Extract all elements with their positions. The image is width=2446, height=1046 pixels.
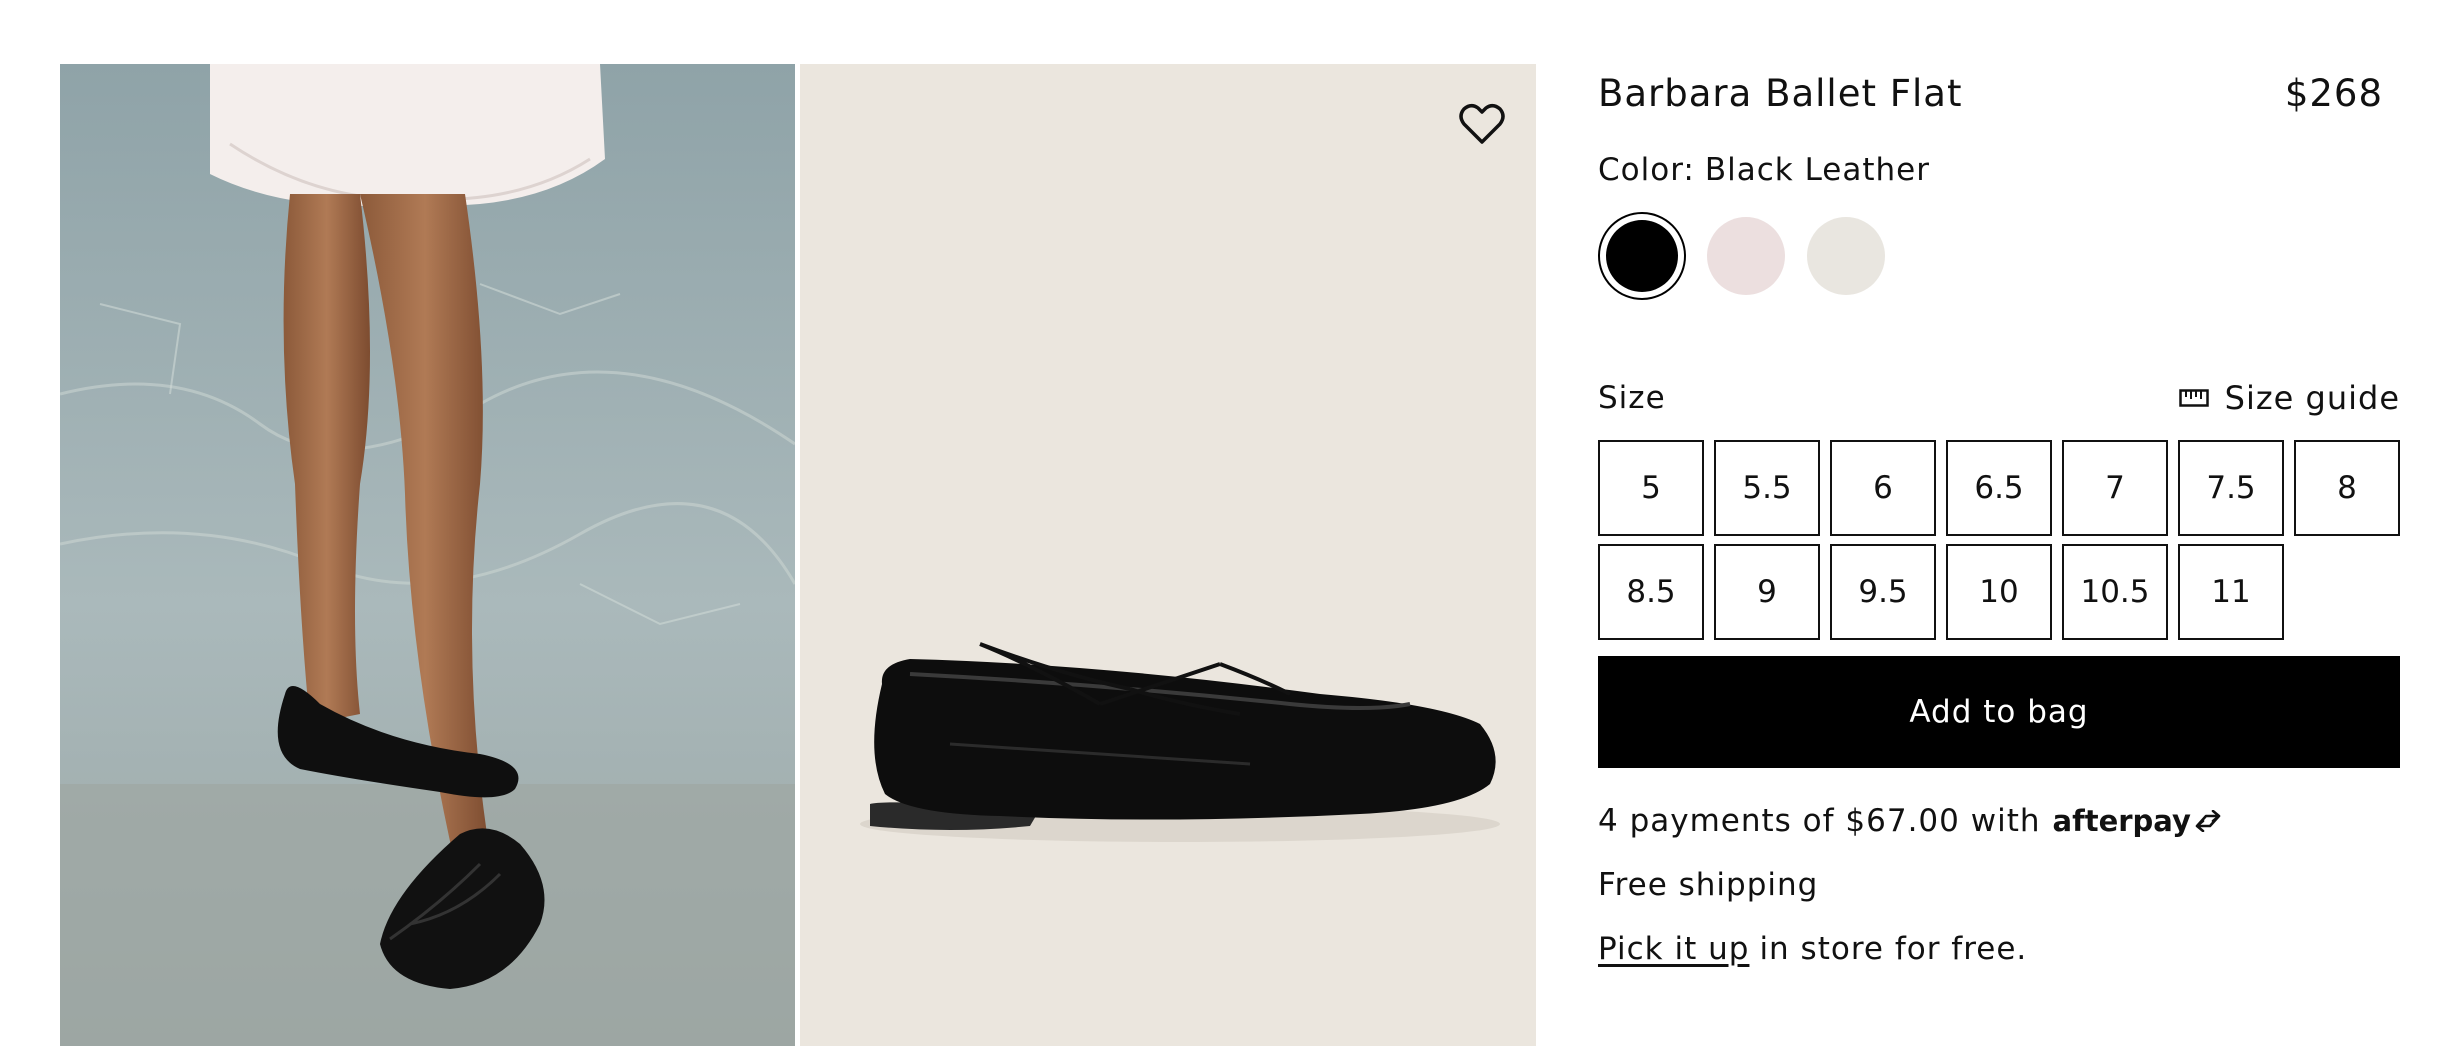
product-details: Barbara Ballet Flat $268 Color: Black Le…	[1598, 64, 2400, 972]
swatch-cream[interactable]	[1806, 216, 1886, 296]
afterpay-logo[interactable]: afterpay	[2053, 804, 2223, 838]
size-option[interactable]: 9.5	[1830, 544, 1936, 640]
color-swatches	[1598, 212, 2400, 300]
product-gallery	[60, 64, 1536, 1046]
size-header: Size Size guide	[1598, 376, 2400, 420]
swatch-blush[interactable]	[1706, 216, 1786, 296]
size-option[interactable]: 10.5	[2062, 544, 2168, 640]
size-guide-link[interactable]: Size guide	[2178, 379, 2400, 417]
shipping-info: Free shipping	[1598, 867, 1819, 903]
heart-icon	[1459, 104, 1505, 144]
size-option[interactable]: 8	[2294, 440, 2400, 536]
lifestyle-photo	[60, 64, 795, 1046]
size-option[interactable]: 7	[2062, 440, 2168, 536]
swatch-black-leather[interactable]	[1598, 212, 1686, 300]
size-guide-label: Size guide	[2224, 379, 2400, 417]
color-selection: Color: Black Leather	[1598, 148, 2400, 192]
size-option[interactable]: 8.5	[1598, 544, 1704, 640]
pickup-info: Pick it up in store for free.	[1598, 926, 2400, 972]
color-label: Color:	[1598, 152, 1695, 188]
size-option[interactable]: 6.5	[1946, 440, 2052, 536]
ruler-icon	[2178, 389, 2209, 407]
size-option[interactable]: 7.5	[2178, 440, 2284, 536]
wishlist-button[interactable]	[1456, 98, 1508, 150]
afterpay-wordmark: afterpay	[2052, 804, 2191, 838]
product-price: $268	[2284, 71, 2383, 115]
product-title: Barbara Ballet Flat	[1598, 71, 1963, 115]
swatch-dot	[1707, 217, 1785, 295]
title-row: Barbara Ballet Flat $268	[1598, 64, 2400, 122]
size-option[interactable]: 6	[1830, 440, 1936, 536]
size-option[interactable]: 5.5	[1714, 440, 1820, 536]
afterpay-arrows-icon	[2195, 810, 2221, 832]
add-to-bag-button[interactable]: Add to bag	[1598, 656, 2400, 768]
swatch-dot	[1606, 220, 1678, 292]
size-option[interactable]: 5	[1598, 440, 1704, 536]
size-option[interactable]: 9	[1714, 544, 1820, 640]
size-option[interactable]: 10	[1946, 544, 2052, 640]
installment-info: 4 payments of $67.00 with afterpay	[1598, 798, 2400, 844]
product-photo	[800, 64, 1536, 1046]
swatch-dot	[1807, 217, 1885, 295]
size-label: Size	[1598, 380, 1666, 416]
size-options: 5 5.5 6 6.5 7 7.5 8 8.5 9 9.5 10 10.5 11	[1598, 440, 2400, 640]
size-option[interactable]: 11	[2178, 544, 2284, 640]
pickup-link[interactable]: Pick it up	[1598, 931, 1749, 967]
pickup-text: in store for free.	[1759, 931, 2028, 967]
selected-color-name: Black Leather	[1704, 152, 1930, 188]
installment-text: 4 payments of $67.00 with	[1598, 803, 2041, 839]
